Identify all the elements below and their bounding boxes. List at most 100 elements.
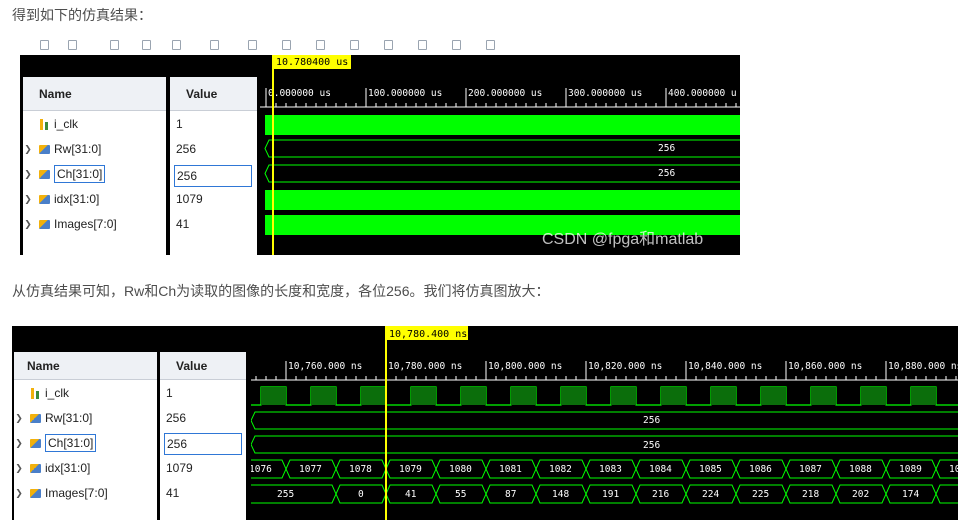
watermark-text: CSDN @fpga和matlab [542,231,704,248]
bus-signal-icon [39,144,50,154]
cursor-label: 10,780.400 ns [389,329,467,340]
idx-bus-value: 1085 [699,464,722,475]
clock-waveform [251,386,958,406]
ch-bus-waveform [251,435,958,454]
clock-high-fill [861,387,886,405]
toolbar-icon[interactable] [110,40,119,50]
signal-name: Images[7:0] [54,217,117,231]
toolbar-icon[interactable] [68,40,77,50]
expand-arrow-icon[interactable]: ❯ [14,463,24,474]
images-bus-value: 225 [752,489,769,500]
value-cell: 256 [176,142,197,156]
signal-row-i-clk[interactable]: i_clk [23,113,166,135]
images-bus-value: 148 [552,489,569,500]
idx-bus-value: 1076 [251,464,272,475]
images-bus-value: 224 [702,489,719,500]
expand-arrow-icon[interactable]: ❯ [14,488,24,499]
value-cell: 256 [166,411,187,425]
signal-name: idx[31:0] [54,192,100,206]
time-ruler: 10,760.000 ns 10,780.000 ns 10,800.000 ns 1… [251,361,958,381]
toolbar-icon[interactable] [172,40,181,50]
clock-high-fill [811,387,836,405]
value-column-header[interactable]: Value [160,352,246,380]
clock-high-fill [361,387,386,405]
toolbar-icon[interactable] [142,40,151,50]
ruler-tick-label: 10,780.000 ns [388,361,462,372]
ruler-tick-label: 300.000000 us [568,88,642,99]
signal-row-ch[interactable]: ❯ Ch[31:0] [14,432,157,454]
images-bus-value: 202 [852,489,869,500]
ruler-tick-label: 10,820.000 ns [588,361,662,372]
idx-bus-value: 1083 [599,464,622,475]
clock-high-fill [661,387,686,405]
idx-bus-value: 1081 [499,464,522,475]
signal-name: idx[31:0] [45,461,91,475]
bus-signal-icon [39,169,50,179]
idx-bus-value: 1082 [549,464,572,475]
clock-high-fill [561,387,586,405]
signal-row-images[interactable]: ❯ Images[7:0] [14,482,157,504]
value-column-header[interactable]: Value [170,77,257,111]
idx-bus-value: 1078 [349,464,372,475]
idx-bus-value: 1077 [299,464,322,475]
signal-row-ch[interactable]: ❯ Ch[31:0] [23,163,166,185]
rw-bus-waveform [251,411,958,430]
idx-bus-value: 10 [949,464,958,475]
expand-arrow-icon[interactable]: ❯ [23,219,33,230]
idx-bus-waveform-dense [265,190,740,210]
signal-name-selected: Ch[31:0] [54,165,106,183]
signal-row-idx[interactable]: ❯ idx[31:0] [23,188,166,210]
clock-high-fill [761,387,786,405]
toolbar-icon[interactable] [248,40,257,50]
images-bus-value: 87 [505,489,516,500]
ruler-tick-label: 10,880.000 ns [888,361,958,372]
ruler-tick-label: 100.000000 us [368,88,442,99]
waveform-area[interactable]: 10,760.000 ns 10,780.000 ns 10,800.000 ns 1… [251,308,958,520]
ruler-tick-label: 10,860.000 ns [788,361,862,372]
signal-row-idx[interactable]: ❯ idx[31:0] [14,457,157,479]
signal-row-i-clk[interactable]: i_clk [14,382,157,404]
bus-signal-icon [30,413,41,423]
value-cell-selected[interactable]: 256 [170,163,257,189]
signal-row-rw[interactable]: ❯ Rw[31:0] [14,407,157,429]
idx-bus-value: 1088 [849,464,872,475]
images-bus-value: 0 [358,489,364,500]
waveform-area[interactable]: 0.000000 us 100.000000 us 200.000000 us 300… [260,37,740,255]
bus-signal-icon [30,463,41,473]
clock-high-fill [461,387,486,405]
ruler-tick-label: 200.000000 us [468,88,542,99]
name-column-header[interactable]: Name [14,352,157,380]
value-cell: 1079 [166,461,193,475]
idx-bus-value: 1084 [649,464,672,475]
signal-name: Rw[31:0] [45,411,93,425]
expand-arrow-icon[interactable]: ❯ [23,144,33,155]
signal-name: Images[7:0] [45,486,108,500]
ruler-tick-label: 10,800.000 ns [488,361,562,372]
images-bus-value: 55 [455,489,466,500]
signal-row-rw[interactable]: ❯ Rw[31:0] [23,138,166,160]
expand-arrow-icon[interactable]: ❯ [23,169,33,180]
simulation-window-overview: Name i_clk ❯ Rw[31:0] ❯ Ch[31:0] ❯ idx[3… [20,37,740,255]
expand-arrow-icon[interactable]: ❯ [14,438,24,449]
bus-signal-icon [39,219,50,229]
value-cell-selected[interactable]: 256 [160,431,246,457]
clock-signal-icon [30,387,41,399]
idx-bus-value: 1087 [799,464,822,475]
expand-arrow-icon[interactable]: ❯ [14,413,24,424]
clock-high-fill [261,387,286,405]
ruler-tick-label: 400.000000 u [668,88,737,99]
value-cell: 41 [176,217,190,231]
images-bus-value: 218 [802,489,819,500]
toolbar-icon[interactable] [210,40,219,50]
expand-arrow-icon[interactable]: ❯ [23,194,33,205]
bus-value-label: 256 [658,168,675,179]
signal-name: Rw[31:0] [54,142,102,156]
signal-name-panel: Name i_clk ❯ Rw[31:0] ❯ Ch[31:0] ❯ idx[3… [23,77,166,255]
explanation-text: 从仿真结果可知，Rw和Ch为读取的图像的长度和宽度，各位256。我们将仿真图放大… [12,283,550,299]
cursor-label: 10.780400 us [276,57,348,68]
bus-value-label: 256 [658,143,675,154]
name-column-header[interactable]: Name [23,77,166,111]
signal-row-images[interactable]: ❯ Images[7:0] [23,213,166,235]
toolbar-icon[interactable] [40,40,49,50]
signal-value-panel: Value 1 256 256 1079 41 [160,352,246,520]
